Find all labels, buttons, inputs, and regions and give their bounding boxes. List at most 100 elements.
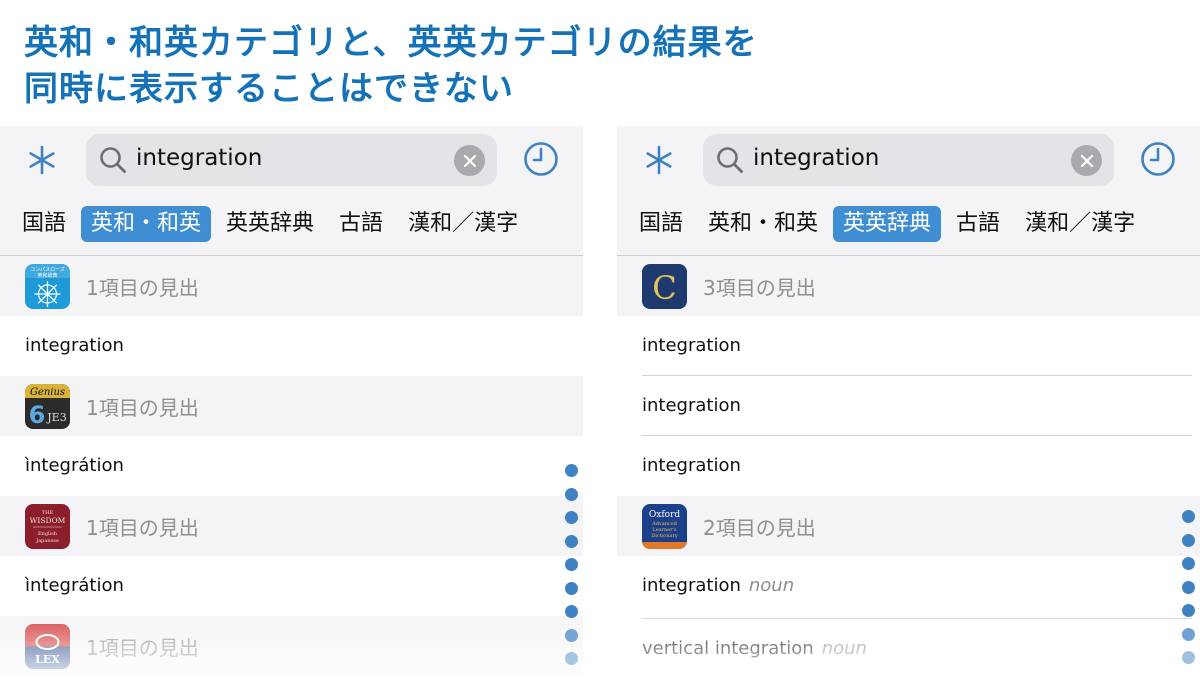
- search-icon: [100, 147, 126, 173]
- section-hit-count: 1項目の見出: [86, 276, 199, 300]
- category-tabs: 国語 英和・和英 英英辞典 古語 漢和／漢字: [12, 206, 533, 242]
- index-dot: [565, 652, 578, 665]
- index-dot: [565, 534, 578, 548]
- history-clock-icon[interactable]: [522, 140, 560, 182]
- oxford-dictionary-icon: Oxford Advanced Learner's Dictionary: [642, 504, 687, 549]
- index-scrubber[interactable]: [565, 464, 579, 676]
- index-dot: [565, 628, 578, 642]
- index-dot: [1182, 557, 1195, 570]
- index-dot: [565, 558, 578, 571]
- dictionary-section-header[interactable]: THE WISDOM English Japanese 1項目の見出: [0, 496, 583, 556]
- clear-search-icon[interactable]: [1071, 145, 1102, 176]
- list-item[interactable]: integration: [617, 436, 1200, 496]
- part-of-speech: noun: [821, 638, 867, 659]
- entry-headword: vertical integration noun: [642, 638, 867, 659]
- entry-headword: integration: [642, 395, 741, 416]
- right-screenshot-panel: integration 国語 英和・和英 英英辞典 古語 漢和／漢字 C 3項目の見出 …: [617, 126, 1200, 677]
- svg-text:Genius: Genius: [30, 387, 65, 398]
- index-dot: [1182, 604, 1195, 617]
- entry-headword: ìntegrátion: [25, 575, 124, 596]
- genius-dictionary-icon: Genius 6 JE3: [25, 384, 70, 429]
- svg-text:LEX: LEX: [35, 653, 60, 666]
- index-dot: [565, 464, 578, 477]
- index-dot: [1182, 533, 1195, 547]
- list-item[interactable]: ìntegrátion: [0, 556, 583, 616]
- results-list: コンパスローズ 英和辞典 1項目の見出 integration Genius 6…: [0, 256, 583, 676]
- list-item[interactable]: ìntegrátion: [0, 436, 583, 496]
- index-scrubber[interactable]: [1182, 510, 1196, 675]
- results-list: C 3項目の見出 integration integration integra…: [617, 256, 1200, 677]
- dictionary-section-header[interactable]: C 3項目の見出: [617, 256, 1200, 316]
- section-hit-count: 2項目の見出: [703, 516, 816, 540]
- entry-headword: ìntegrátion: [25, 455, 124, 476]
- tab-eiwa-waei[interactable]: 英和・和英: [698, 206, 828, 242]
- search-query[interactable]: integration: [753, 145, 879, 171]
- part-of-speech: noun: [748, 575, 795, 596]
- left-screenshot-panel: integration 国語 英和・和英 英英辞典 古語 漢和／漢字 コンパスローズ 英…: [0, 126, 583, 677]
- section-hit-count: 1項目の見出: [86, 636, 199, 660]
- headline-line-1: 英和・和英カテゴリと、英英カテゴリの結果を: [24, 23, 758, 63]
- index-dot: [1182, 510, 1195, 523]
- entry-headword: integration: [25, 335, 124, 356]
- clear-search-icon[interactable]: [454, 145, 485, 176]
- tab-eiei[interactable]: 英英辞典: [216, 206, 324, 242]
- index-dot: [565, 487, 578, 501]
- index-dot: [1182, 580, 1195, 594]
- dictionary-section-header[interactable]: Oxford Advanced Learner's Dictionary 2項目…: [617, 496, 1200, 556]
- svg-text:C: C: [652, 269, 676, 307]
- svg-text:Japanese: Japanese: [35, 538, 59, 544]
- category-tabs: 国語 英和・和英 英英辞典 古語 漢和／漢字: [629, 206, 1150, 242]
- svg-text:JE3: JE3: [46, 411, 66, 424]
- lex-dictionary-icon: LEX: [25, 624, 70, 669]
- search-field[interactable]: integration: [703, 134, 1114, 186]
- history-clock-icon[interactable]: [1139, 140, 1177, 182]
- search-icon: [717, 147, 743, 173]
- list-item[interactable]: integration: [617, 316, 1200, 376]
- search-toolbar: integration 国語 英和・和英 英英辞典 古語 漢和／漢字: [617, 126, 1200, 256]
- wisdom-dictionary-icon: THE WISDOM English Japanese: [25, 504, 70, 549]
- search-field[interactable]: integration: [86, 134, 497, 186]
- svg-text:英和辞典: 英和辞典: [37, 272, 57, 279]
- dictionary-section-header[interactable]: LEX 1項目の見出: [0, 616, 583, 676]
- index-dot: [1182, 651, 1195, 664]
- list-item[interactable]: integration: [617, 376, 1200, 436]
- tab-kogo[interactable]: 古語: [946, 206, 1010, 242]
- svg-text:WISDOM: WISDOM: [30, 516, 66, 525]
- index-dot: [565, 605, 578, 618]
- tab-kanwa[interactable]: 漢和／漢字: [1015, 206, 1145, 242]
- tab-kokugo[interactable]: 国語: [12, 206, 76, 242]
- dictionary-section-header[interactable]: コンパスローズ 英和辞典 1項目の見出: [0, 256, 583, 316]
- index-dot: [1182, 627, 1195, 641]
- search-toolbar: integration 国語 英和・和英 英英辞典 古語 漢和／漢字: [0, 126, 583, 256]
- asterisk-icon[interactable]: [639, 140, 679, 180]
- svg-text:Oxford: Oxford: [649, 510, 681, 520]
- tab-eiei[interactable]: 英英辞典: [833, 206, 942, 242]
- section-hit-count: 1項目の見出: [86, 516, 199, 540]
- headword-text: integration: [642, 575, 741, 596]
- section-hit-count: 3項目の見出: [703, 276, 816, 300]
- index-dot: [565, 511, 578, 524]
- headword-text: vertical integration: [642, 638, 814, 659]
- tab-kanwa[interactable]: 漢和／漢字: [398, 206, 528, 242]
- headline-line-2: 同時に表示することはできない: [24, 69, 514, 109]
- tab-kogo[interactable]: 古語: [329, 206, 393, 242]
- headline: 英和・和英カテゴリと、英英カテゴリの結果を 同時に表示することはできない: [24, 20, 1174, 112]
- svg-text:コンパスローズ: コンパスローズ: [30, 266, 65, 273]
- asterisk-icon[interactable]: [22, 140, 62, 180]
- svg-text:Dictionary: Dictionary: [651, 533, 678, 539]
- dictionary-section-header[interactable]: Genius 6 JE3 1項目の見出: [0, 376, 583, 436]
- list-item[interactable]: integration noun: [617, 556, 1200, 619]
- index-dot: [565, 581, 578, 595]
- search-query[interactable]: integration: [136, 145, 262, 171]
- tab-kokugo[interactable]: 国語: [629, 206, 693, 242]
- svg-text:English: English: [38, 531, 58, 537]
- list-item[interactable]: integration: [0, 316, 583, 376]
- svg-text:6: 6: [29, 401, 46, 429]
- collins-c-icon: C: [642, 264, 687, 309]
- entry-headword: integration: [642, 335, 741, 356]
- section-hit-count: 1項目の見出: [86, 396, 199, 420]
- tab-eiwa-waei[interactable]: 英和・和英: [81, 206, 212, 242]
- compass-dictionary-icon: コンパスローズ 英和辞典: [25, 264, 70, 309]
- list-item[interactable]: vertical integration noun: [617, 619, 1200, 677]
- entry-headword: integration noun: [642, 575, 794, 596]
